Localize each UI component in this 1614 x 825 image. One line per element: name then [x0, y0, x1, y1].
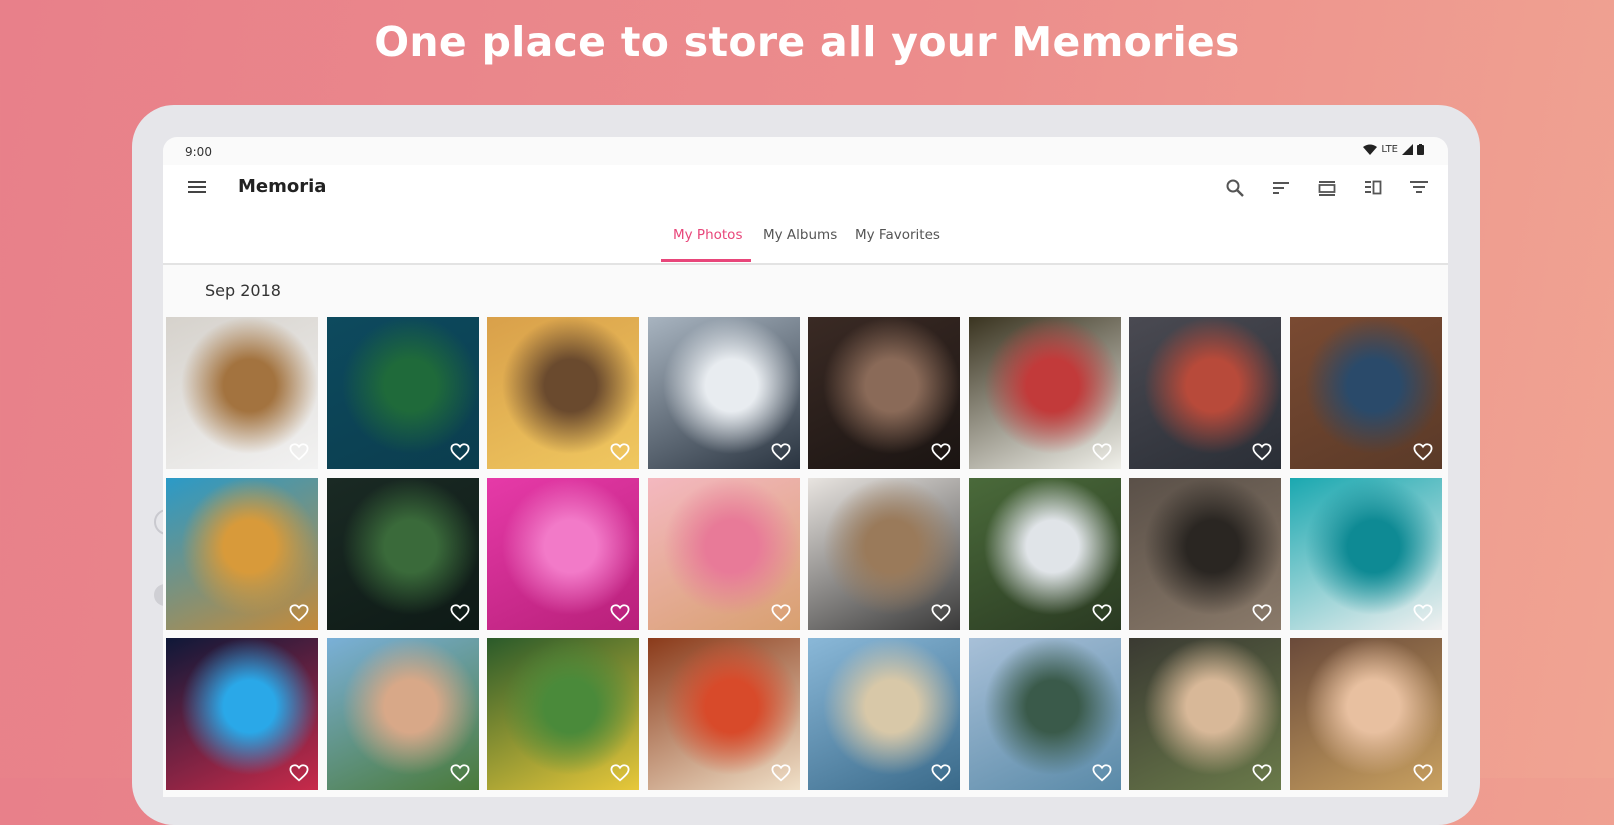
photo-tile[interactable] — [487, 638, 639, 790]
favorite-heart-icon[interactable] — [289, 603, 309, 622]
photo-tile[interactable] — [166, 638, 318, 790]
status-bar: 9:00 LTE — [163, 137, 1448, 165]
photo-tile[interactable] — [1129, 638, 1281, 790]
tab-my-albums[interactable]: My Albums — [763, 227, 837, 243]
photo-tile[interactable] — [326, 638, 479, 790]
photo-tile[interactable] — [647, 477, 800, 630]
favorite-heart-icon[interactable] — [610, 764, 630, 782]
favorite-heart-icon[interactable] — [1413, 764, 1433, 782]
search-icon[interactable] — [1220, 173, 1250, 203]
favorite-heart-icon[interactable] — [1092, 443, 1112, 461]
favorite-heart-icon[interactable] — [931, 603, 951, 622]
photo-tile[interactable] — [487, 477, 639, 630]
favorite-heart-icon[interactable] — [1413, 443, 1433, 461]
photo-tile[interactable] — [1289, 638, 1442, 790]
photo-tile[interactable] — [968, 638, 1121, 790]
section-date: Sep 2018 — [205, 281, 281, 300]
photo-tile[interactable] — [808, 317, 960, 469]
favorite-heart-icon[interactable] — [610, 603, 630, 622]
favorite-heart-icon[interactable] — [1252, 443, 1272, 461]
tab-my-favorites[interactable]: My Favorites — [855, 227, 940, 243]
status-time: 9:00 — [185, 145, 212, 159]
favorite-heart-icon[interactable] — [771, 603, 791, 622]
favorite-heart-icon[interactable] — [289, 443, 309, 461]
photo-tile[interactable] — [166, 317, 318, 469]
favorite-heart-icon[interactable] — [1413, 603, 1433, 622]
favorite-heart-icon[interactable] — [931, 443, 951, 461]
favorite-heart-icon[interactable] — [1252, 603, 1272, 622]
favorite-heart-icon[interactable] — [450, 443, 470, 461]
wifi-icon — [1363, 144, 1378, 155]
photo-tile[interactable] — [968, 477, 1121, 630]
photo-tile[interactable] — [1289, 317, 1442, 469]
view-mode-icon[interactable] — [1312, 173, 1342, 203]
signal-icon — [1402, 144, 1413, 155]
menu-icon[interactable] — [187, 178, 207, 196]
photo-tile[interactable] — [487, 317, 639, 469]
sort-icon[interactable] — [1266, 173, 1296, 203]
photo-tile[interactable] — [1129, 317, 1281, 469]
photo-tile[interactable] — [1129, 477, 1281, 630]
favorite-heart-icon[interactable] — [1252, 764, 1272, 782]
app-screen: 9:00 LTE Memoria My Photos My Albums My … — [163, 137, 1448, 797]
tab-indicator — [661, 259, 751, 262]
favorite-heart-icon[interactable] — [289, 764, 309, 782]
favorite-heart-icon[interactable] — [771, 764, 791, 782]
filter-icon[interactable] — [1404, 173, 1434, 203]
photo-tile[interactable] — [166, 477, 318, 630]
photo-tile[interactable] — [808, 477, 960, 630]
favorite-heart-icon[interactable] — [610, 443, 630, 461]
app-bar: Memoria — [163, 165, 1448, 211]
tab-my-photos[interactable]: My Photos — [673, 227, 742, 243]
tab-bar: My Photos My Albums My Favorites — [163, 211, 1448, 265]
favorite-heart-icon[interactable] — [931, 764, 951, 782]
favorite-heart-icon[interactable] — [1092, 764, 1112, 782]
battery-icon — [1417, 144, 1424, 155]
headline: One place to store all your Memories — [374, 18, 1240, 66]
photo-tile[interactable] — [326, 477, 479, 630]
photo-tile[interactable] — [808, 638, 960, 790]
favorite-heart-icon[interactable] — [450, 764, 470, 782]
photo-tile[interactable] — [968, 317, 1121, 469]
photo-tile[interactable] — [647, 317, 800, 469]
columns-icon[interactable] — [1358, 173, 1388, 203]
favorite-heart-icon[interactable] — [450, 603, 470, 622]
favorite-heart-icon[interactable] — [771, 443, 791, 461]
photo-tile[interactable] — [326, 317, 479, 469]
photo-tile[interactable] — [647, 638, 800, 790]
photo-tile[interactable] — [1289, 477, 1442, 630]
app-title: Memoria — [238, 176, 327, 197]
network-label: LTE — [1381, 144, 1398, 155]
favorite-heart-icon[interactable] — [1092, 603, 1112, 622]
